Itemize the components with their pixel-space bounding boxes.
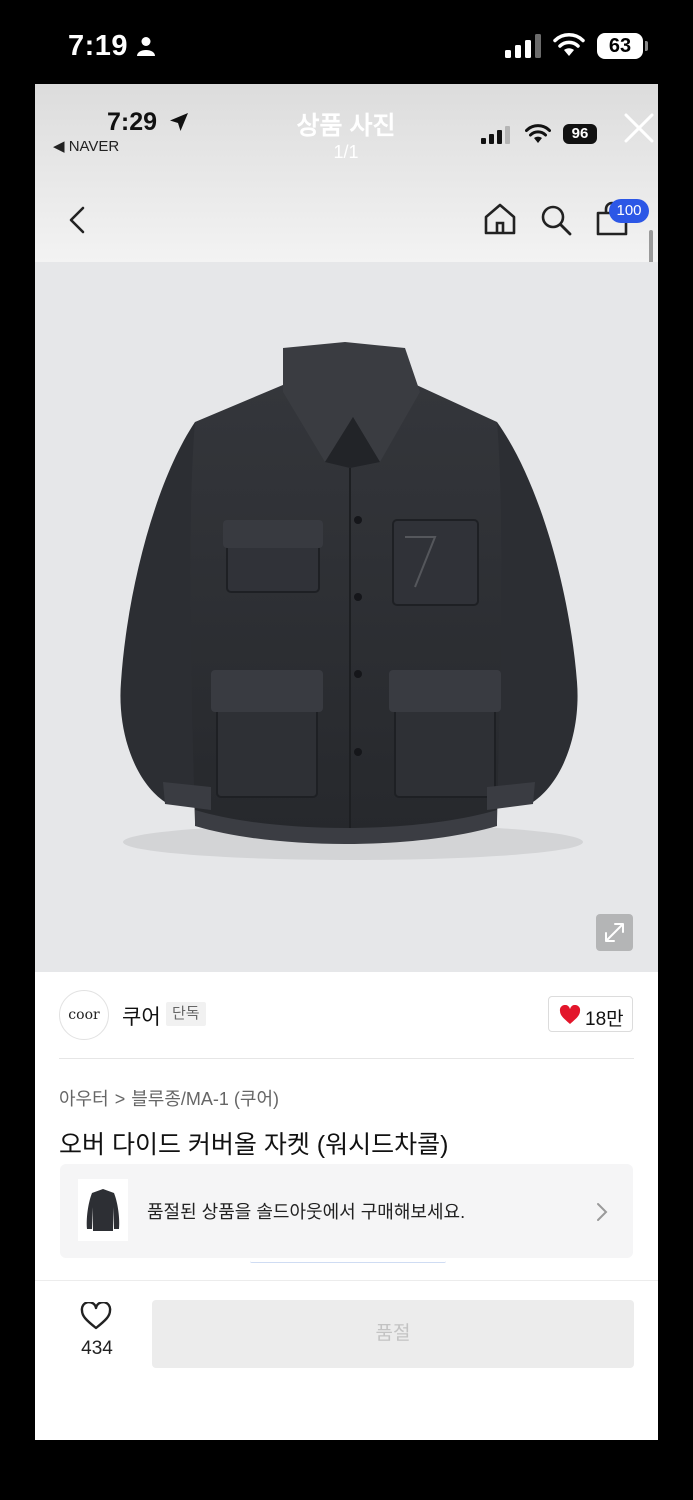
brand-logo[interactable]: coor (59, 990, 109, 1040)
breadcrumb: 아우터 > 블루종/MA-1 (쿠어) (59, 1085, 279, 1111)
product-photo[interactable] (35, 262, 658, 972)
brand-like-count: 18만 (585, 1009, 624, 1030)
outer-clock: 7:19 (68, 30, 129, 62)
divider (59, 1058, 634, 1059)
back-chevron-icon[interactable] (67, 205, 87, 235)
viewer-title: 상품 사진 (296, 112, 396, 140)
exclusive-tag: 단독 (166, 1002, 206, 1026)
inner-clock: 7:29 (107, 108, 158, 136)
breadcrumb-separator: > (114, 1089, 126, 1109)
soldout-market-banner[interactable]: 품절된 상품을 솔드아웃에서 구매해보세요. (60, 1164, 633, 1258)
bottom-action-bar: 434 품절 (35, 1280, 658, 1440)
banner-text: 품절된 상품을 솔드아웃에서 구매해보세요. (147, 1202, 466, 1222)
breadcrumb-subcategory[interactable]: 블루종/MA-1 (쿠어) (131, 1089, 279, 1109)
battery-icon: 96 (563, 124, 597, 144)
viewer-header: 7:29 ◀ NAVER 96 상품 사진 1/1 100 (35, 84, 658, 262)
brand-name[interactable]: 쿠어 (122, 1001, 161, 1031)
heart-filled-icon (559, 1005, 581, 1024)
brand-like-button[interactable]: 18만 (548, 996, 633, 1032)
faint-underline (250, 1259, 446, 1263)
image-counter: 1/1 (333, 142, 359, 162)
person-icon (137, 37, 155, 56)
chevron-right-icon (597, 1203, 608, 1221)
battery-tip (645, 41, 648, 51)
product-viewer-panel: 7:29 ◀ NAVER 96 상품 사진 1/1 100 coor 쿠어 단독… (35, 84, 658, 1440)
wish-count: 434 (81, 1338, 113, 1359)
back-to-app-link[interactable]: ◀ NAVER (53, 137, 119, 155)
heart-outline-icon[interactable] (80, 1302, 112, 1330)
signal-icon (505, 34, 541, 58)
jacket-image (120, 342, 583, 860)
location-arrow-icon (170, 113, 188, 131)
wifi-icon (553, 33, 585, 56)
cart-count-badge: 100 (609, 199, 649, 223)
close-icon[interactable] (623, 112, 655, 144)
soldout-button[interactable]: 품절 (152, 1300, 634, 1368)
home-icon[interactable] (483, 202, 517, 236)
expand-icon[interactable] (596, 914, 633, 951)
battery-icon: 63 (597, 33, 643, 59)
signal-icon (481, 126, 510, 144)
breadcrumb-category[interactable]: 아우터 (59, 1089, 109, 1109)
product-title: 오버 다이드 커버올 자켓 (워시드차콜) (59, 1131, 449, 1159)
search-icon[interactable] (539, 203, 573, 237)
brand-row: coor 쿠어 단독 18만 (59, 990, 634, 1050)
outer-status-bar: 7:19 63 (0, 0, 693, 84)
banner-thumbnail (78, 1179, 128, 1241)
wifi-icon (525, 124, 551, 143)
